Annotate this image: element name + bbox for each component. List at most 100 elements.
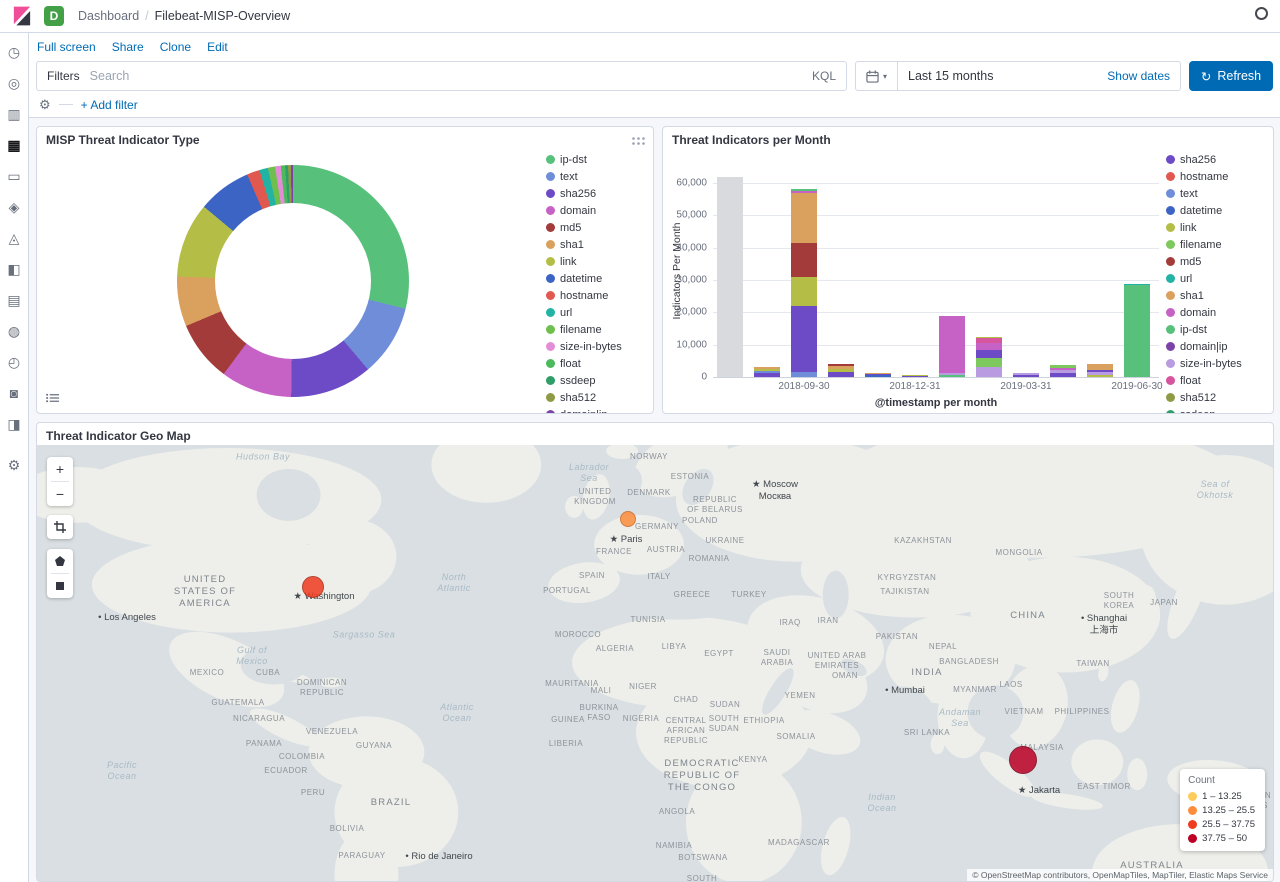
legend-item[interactable]: sha256 (546, 185, 652, 202)
bar-4[interactable] (865, 373, 891, 378)
map-viewport[interactable]: + − (37, 445, 1273, 881)
draw-rectangle-button[interactable] (47, 574, 73, 598)
bar-10[interactable] (1087, 364, 1113, 377)
bar-segment (828, 372, 854, 377)
sidebar-siem-icon[interactable]: ◙ (5, 384, 24, 403)
legend-dot-icon (546, 240, 555, 249)
legend-item[interactable]: sha1 (1166, 287, 1272, 304)
legend-item[interactable]: sha512 (546, 389, 652, 406)
top-bar: D Dashboard/Filebeat-MISP-Overview (0, 0, 1280, 33)
legend-item[interactable]: sha256 (1166, 151, 1272, 168)
toolbar-link-clone[interactable]: Clone (160, 40, 191, 54)
filters-button[interactable]: Filters (37, 69, 90, 83)
sidebar-dashboard-icon[interactable]: ▦ (5, 136, 24, 155)
legend-item[interactable]: sha512 (1166, 389, 1272, 406)
sidebar-apm-icon[interactable]: ◍ (5, 322, 24, 341)
bar-3[interactable] (828, 364, 854, 377)
sidebar-canvas-icon[interactable]: ▭ (5, 167, 24, 186)
calendar-dropdown-button[interactable]: ▾ (856, 62, 898, 90)
map-legend-dot-icon (1188, 806, 1197, 815)
breadcrumb-separator: / (145, 9, 148, 23)
zoom-out-button[interactable]: − (47, 482, 73, 506)
bar-9[interactable] (1050, 365, 1076, 377)
time-range-value[interactable]: Last 15 months (898, 69, 1107, 83)
refresh-button[interactable]: ↻ Refresh (1189, 61, 1273, 91)
kibana-logo[interactable] (12, 6, 32, 26)
legend-item[interactable]: domain (1166, 304, 1272, 321)
crop-tool-button[interactable] (47, 515, 73, 539)
legend-item[interactable]: domain (546, 202, 652, 219)
sidebar-uptime-icon[interactable]: ◴ (5, 353, 24, 372)
kql-button[interactable]: KQL (802, 69, 846, 83)
legend-item[interactable]: hostname (546, 287, 652, 304)
bar-6[interactable] (939, 316, 965, 377)
legend-item[interactable]: filename (1166, 236, 1272, 253)
bar-11[interactable] (1124, 284, 1150, 377)
add-filter-link[interactable]: + Add filter (81, 98, 138, 112)
legend-item[interactable]: url (1166, 270, 1272, 287)
map-legend-dot-icon (1188, 820, 1197, 829)
bar-7[interactable] (976, 337, 1002, 377)
legend-item[interactable]: link (1166, 219, 1272, 236)
search-input[interactable] (90, 69, 802, 83)
bar-5[interactable] (902, 375, 928, 377)
help-icon[interactable] (1255, 7, 1268, 20)
legend-toggle-icon[interactable] (43, 389, 63, 407)
legend-item[interactable]: text (1166, 185, 1272, 202)
sidebar-discover-icon[interactable]: ◎ (5, 74, 24, 93)
legend-label: md5 (1180, 256, 1201, 268)
toolbar-link-full-screen[interactable]: Full screen (37, 40, 96, 54)
legend-item[interactable]: ssdeep (1166, 406, 1272, 414)
sidebar-infrastructure-icon[interactable]: ◧ (5, 260, 24, 279)
legend-item[interactable]: ip-dst (546, 151, 652, 168)
sidebar-dev-tools-icon[interactable]: ◨ (5, 415, 24, 434)
chevron-down-icon: ▾ (883, 72, 887, 81)
legend-item[interactable]: datetime (546, 270, 652, 287)
legend-item[interactable]: hostname (1166, 168, 1272, 185)
bar-0[interactable] (717, 177, 743, 377)
legend-item[interactable]: ssdeep (546, 372, 652, 389)
toolbar-link-edit[interactable]: Edit (207, 40, 228, 54)
legend-item[interactable]: md5 (546, 219, 652, 236)
sidebar-management-icon[interactable]: ⚙ (5, 456, 24, 475)
draw-polygon-button[interactable] (47, 549, 73, 573)
legend-item[interactable]: url (546, 304, 652, 321)
space-badge[interactable]: D (44, 6, 64, 26)
legend-label: datetime (560, 273, 602, 285)
legend-item[interactable]: ip-dst (1166, 321, 1272, 338)
bar-2[interactable] (791, 189, 817, 377)
legend-dot-icon (546, 172, 555, 181)
legend-item[interactable]: md5 (1166, 253, 1272, 270)
breadcrumb-section[interactable]: Dashboard (78, 9, 139, 23)
bar-1[interactable] (754, 367, 780, 377)
filter-options-gear-icon[interactable]: ⚙ (39, 98, 51, 111)
legend-item[interactable]: size-in-bytes (1166, 355, 1272, 372)
legend-item[interactable]: float (546, 355, 652, 372)
legend-item[interactable]: size-in-bytes (546, 338, 652, 355)
sidebar-maps-icon[interactable]: ◈ (5, 198, 24, 217)
toolbar-link-share[interactable]: Share (112, 40, 144, 54)
map-count-marker-0[interactable] (302, 576, 324, 598)
legend-label: ssdeep (1180, 409, 1215, 415)
legend-item[interactable]: filename (546, 321, 652, 338)
legend-item[interactable]: datetime (1166, 202, 1272, 219)
legend-item[interactable]: link (546, 253, 652, 270)
map-count-marker-1[interactable] (620, 511, 636, 527)
zoom-in-button[interactable]: + (47, 457, 73, 481)
sidebar-machine-learning-icon[interactable]: ◬ (5, 229, 24, 248)
panel-threat-indicator-geo-map: Threat Indicator Geo Map (36, 422, 1274, 882)
map-count-marker-2[interactable] (1009, 746, 1037, 774)
legend-item[interactable]: domain|ip (1166, 338, 1272, 355)
show-dates-link[interactable]: Show dates (1107, 69, 1180, 83)
sidebar-logs-icon[interactable]: ▤ (5, 291, 24, 310)
sidebar-recently-viewed-icon[interactable]: ◷ (5, 43, 24, 62)
legend-label: hostname (1180, 171, 1228, 183)
legend-item[interactable]: domain|ip (546, 406, 652, 414)
legend-item[interactable]: text (546, 168, 652, 185)
legend-item[interactable]: sha1 (546, 236, 652, 253)
legend-dot-icon (1166, 257, 1175, 266)
legend-item[interactable]: float (1166, 372, 1272, 389)
panel-menu-icon[interactable] (631, 133, 646, 151)
sidebar-visualize-icon[interactable]: ▥ (5, 105, 24, 124)
bar-8[interactable] (1013, 373, 1039, 377)
